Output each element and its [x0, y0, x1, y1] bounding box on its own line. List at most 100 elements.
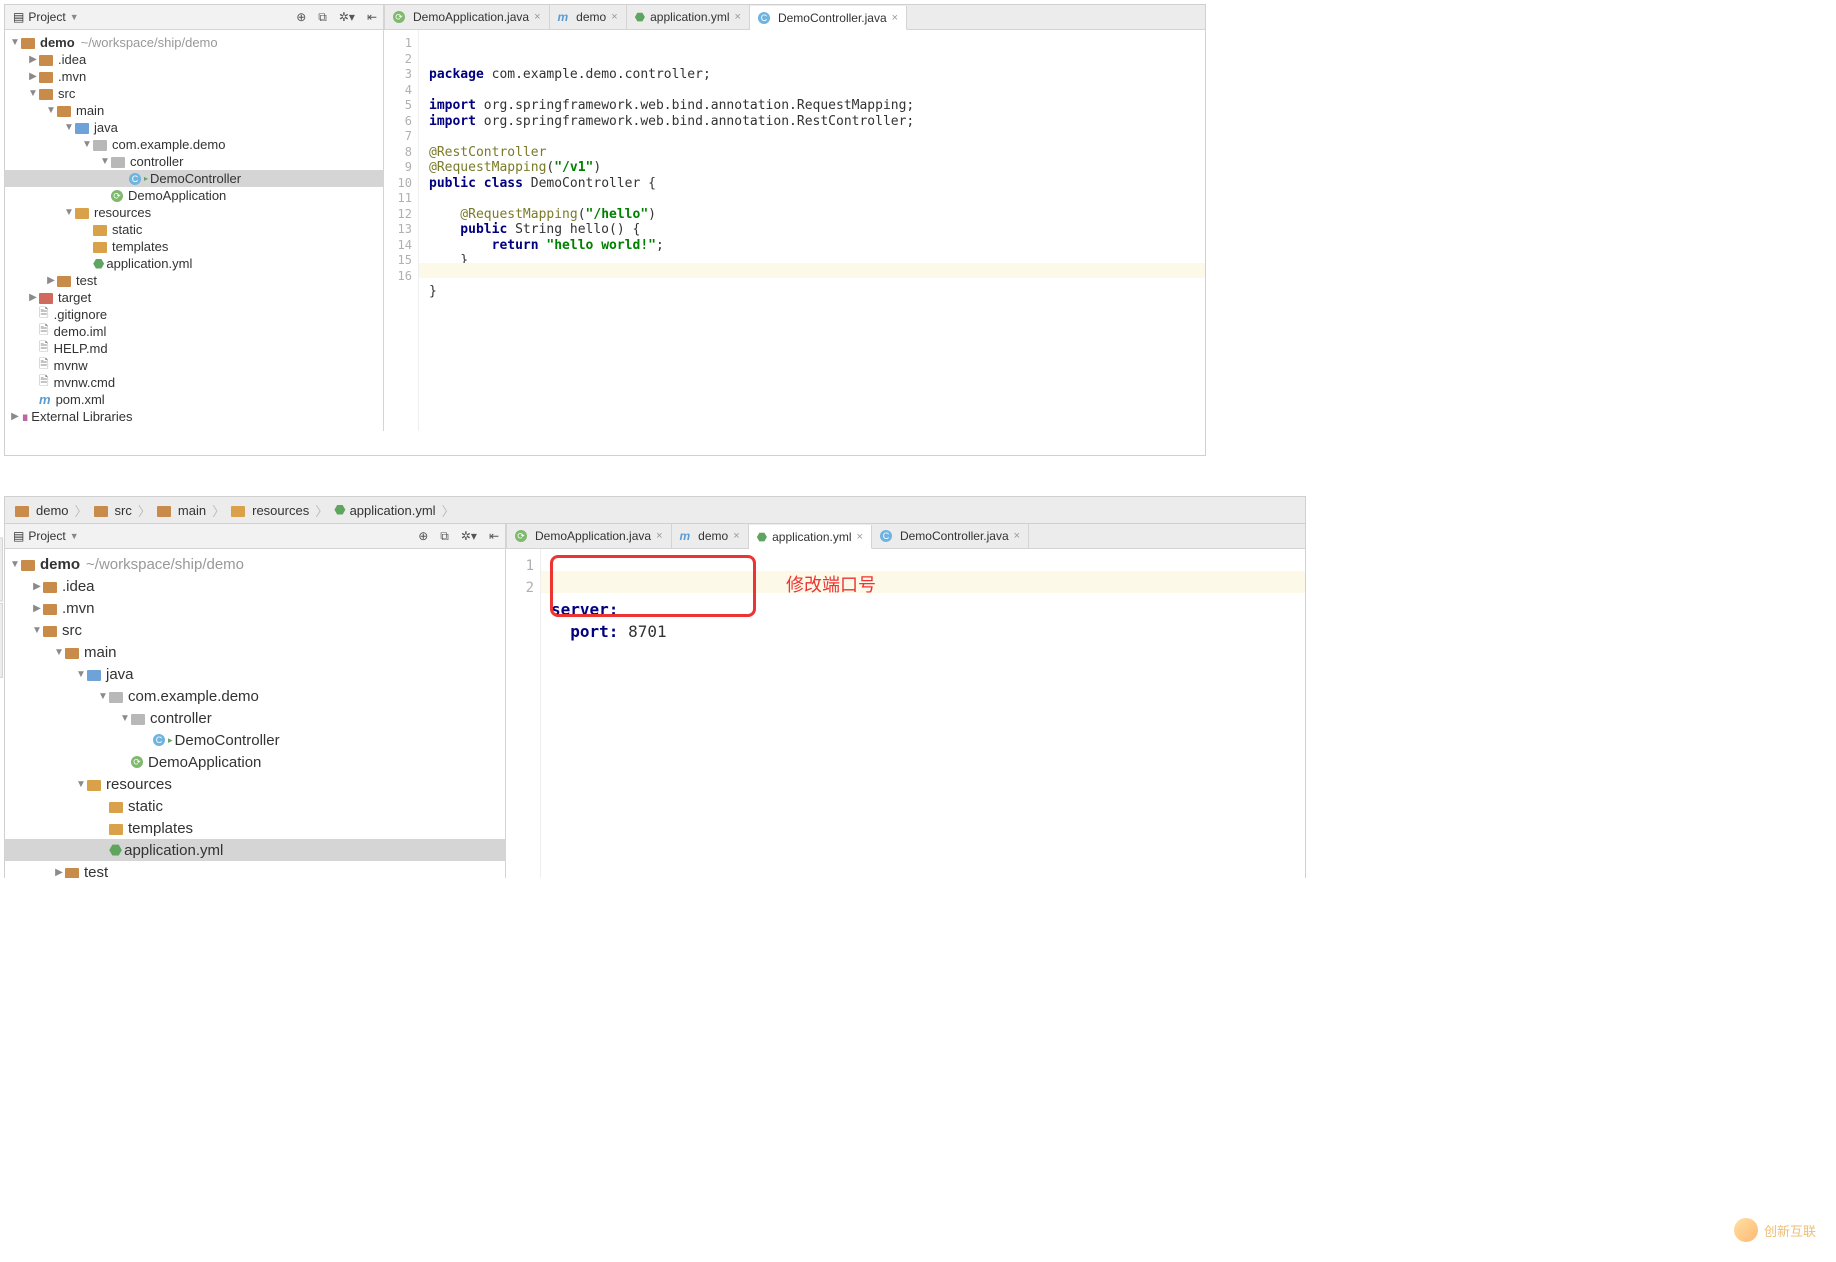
split-icon[interactable]: ⧉: [434, 529, 455, 544]
library-icon: ∎: [21, 409, 29, 425]
yml-icon: ⬣: [757, 530, 767, 544]
tree-item-resources[interactable]: ▼resources: [5, 204, 383, 221]
breadcrumb: demo〉 src〉 main〉 resources〉 ⬣application…: [5, 497, 1305, 524]
crumb-appyml[interactable]: ⬣application.yml: [330, 502, 439, 518]
tree-root-name: demo: [40, 35, 75, 50]
tree-item-main[interactable]: ▼main: [5, 102, 383, 119]
yml-icon: ⬣: [93, 256, 104, 272]
close-icon[interactable]: ×: [534, 11, 540, 23]
tree-item-extlib[interactable]: ▶∎External Libraries: [5, 408, 383, 425]
gear-icon[interactable]: ✲▾: [333, 10, 361, 24]
close-icon[interactable]: ×: [1014, 530, 1020, 542]
chevron-down-icon: ▼: [70, 12, 79, 22]
editor-tabs: ⟳DemoApplication.java× mdemo× ⬣applicati…: [384, 5, 1205, 30]
tree-item-static[interactable]: static: [5, 221, 383, 238]
tree-item-static[interactable]: static: [5, 795, 505, 817]
tree-item-test[interactable]: ▶test: [5, 861, 505, 878]
tree-item-mvn[interactable]: ▶.mvn: [5, 68, 383, 85]
chevron-down-icon: ▼: [70, 531, 79, 541]
tab-appyml[interactable]: ⬣application.yml×: [627, 5, 750, 29]
tree-item-mvn[interactable]: ▶.mvn: [5, 597, 505, 619]
code-area[interactable]: package com.example.demo.controller; imp…: [419, 30, 1205, 431]
tree-item-templates[interactable]: templates: [5, 817, 505, 839]
tab-demoapplication[interactable]: ⟳DemoApplication.java×: [507, 524, 672, 548]
project-tool-label: Project: [28, 529, 65, 543]
tree-root[interactable]: ▼demo~/workspace/ship/demo: [5, 34, 383, 51]
tree-item-target[interactable]: ▶target: [5, 289, 383, 306]
crumb-main[interactable]: main: [153, 503, 210, 518]
crumb-demo[interactable]: demo: [11, 503, 73, 518]
tree-item-main[interactable]: ▼main: [5, 641, 505, 663]
tree-item-mvnwcmd[interactable]: 🗎mvnw.cmd: [5, 374, 383, 391]
annotation-box: [550, 555, 756, 617]
tree-item-helpmd[interactable]: 🗎HELP.md: [5, 340, 383, 357]
watermark-icon: [1734, 1218, 1758, 1242]
tree-item-demoiml[interactable]: 🗎demo.iml: [5, 323, 383, 340]
tree-item-mvnw[interactable]: 🗎mvnw: [5, 357, 383, 374]
tree-item-java[interactable]: ▼java: [5, 119, 383, 136]
target-icon[interactable]: ⊕: [412, 529, 434, 543]
editor-tabs: ⟳DemoApplication.java× mdemo× ⬣applicati…: [506, 524, 1305, 549]
vtab-project[interactable]: 1: Project: [0, 537, 3, 601]
tree-item-democontroller[interactable]: C▸DemoController: [5, 729, 505, 751]
tree-item-controller[interactable]: ▼controller: [5, 153, 383, 170]
tree-root[interactable]: ▼demo~/workspace/ship/demo: [5, 553, 505, 575]
tree-item-demoapp[interactable]: ⟳DemoApplication: [5, 751, 505, 773]
code-editor[interactable]: 12 server: port: 8701 修改端口号: [506, 549, 1305, 878]
vtab-structure[interactable]: 7: Structure: [0, 603, 3, 678]
tab-democontroller[interactable]: CDemoController.java×: [872, 524, 1029, 548]
gear-icon[interactable]: ✲▾: [455, 529, 483, 543]
tree-item-controller[interactable]: ▼controller: [5, 707, 505, 729]
tree-item-package[interactable]: ▼com.example.demo: [5, 136, 383, 153]
tree-root-path: ~/workspace/ship/demo: [81, 35, 218, 50]
close-icon[interactable]: ×: [733, 530, 739, 542]
tree-item-pom[interactable]: mpom.xml: [5, 391, 383, 408]
tree-item-idea[interactable]: ▶.idea: [5, 575, 505, 597]
tree-item-appyml[interactable]: ⬣application.yml: [5, 839, 505, 861]
tab-demoapplication[interactable]: ⟳DemoApplication.java×: [385, 5, 550, 29]
editor-gutter: 12345678910111213141516: [384, 30, 419, 431]
project-tool-label: Project: [28, 10, 65, 24]
hide-icon[interactable]: ⇤: [483, 529, 505, 543]
maven-icon: m: [680, 529, 691, 543]
close-icon[interactable]: ×: [735, 11, 741, 23]
tree-item-templates[interactable]: templates: [5, 238, 383, 255]
tree-item-demoapp[interactable]: ⟳DemoApplication: [5, 187, 383, 204]
class-icon: C: [758, 12, 770, 24]
class-icon: C: [880, 530, 892, 542]
tab-appyml[interactable]: ⬣application.yml×: [749, 525, 872, 549]
close-icon[interactable]: ×: [611, 11, 617, 23]
tree-item-src[interactable]: ▼src: [5, 85, 383, 102]
target-icon[interactable]: ⊕: [290, 10, 312, 24]
tree-item-src[interactable]: ▼src: [5, 619, 505, 641]
tree-item-java[interactable]: ▼java: [5, 663, 505, 685]
spring-icon: ⟳: [393, 11, 405, 23]
run-marker-icon: ▸: [144, 174, 148, 183]
tree-item-gitignore[interactable]: 🗎.gitignore: [5, 306, 383, 323]
tab-demo[interactable]: mdemo×: [550, 5, 627, 29]
tree-item-democontroller[interactable]: C▸DemoController: [5, 170, 383, 187]
crumb-src[interactable]: src: [90, 503, 136, 518]
watermark-text: 创新互联: [1764, 1221, 1816, 1240]
tree-item-appyml[interactable]: ⬣application.yml: [5, 255, 383, 272]
tree-item-resources[interactable]: ▼resources: [5, 773, 505, 795]
close-icon[interactable]: ×: [857, 531, 863, 543]
code-editor[interactable]: 12345678910111213141516 package com.exam…: [384, 30, 1205, 431]
tree-item-package[interactable]: ▼com.example.demo: [5, 685, 505, 707]
split-icon[interactable]: ⧉: [312, 10, 333, 25]
close-icon[interactable]: ×: [656, 530, 662, 542]
editor-gutter: 12: [506, 549, 541, 878]
close-icon[interactable]: ×: [892, 12, 898, 24]
tab-democontroller[interactable]: CDemoController.java×: [750, 6, 907, 30]
crumb-resources[interactable]: resources: [227, 503, 313, 518]
maven-icon: m: [558, 10, 569, 24]
tab-demo[interactable]: mdemo×: [672, 524, 749, 548]
tree-item-test[interactable]: ▶test: [5, 272, 383, 289]
tree-item-idea[interactable]: ▶.idea: [5, 51, 383, 68]
project-tool-button[interactable]: ▤ Project ▼: [5, 10, 87, 24]
watermark: 创新互联: [1734, 1218, 1816, 1242]
yml-icon: ⬣: [635, 10, 645, 24]
annotation-text: 修改端口号: [786, 571, 876, 597]
hide-icon[interactable]: ⇤: [361, 10, 383, 24]
project-tool-button[interactable]: ▤ Project ▼: [5, 529, 87, 543]
